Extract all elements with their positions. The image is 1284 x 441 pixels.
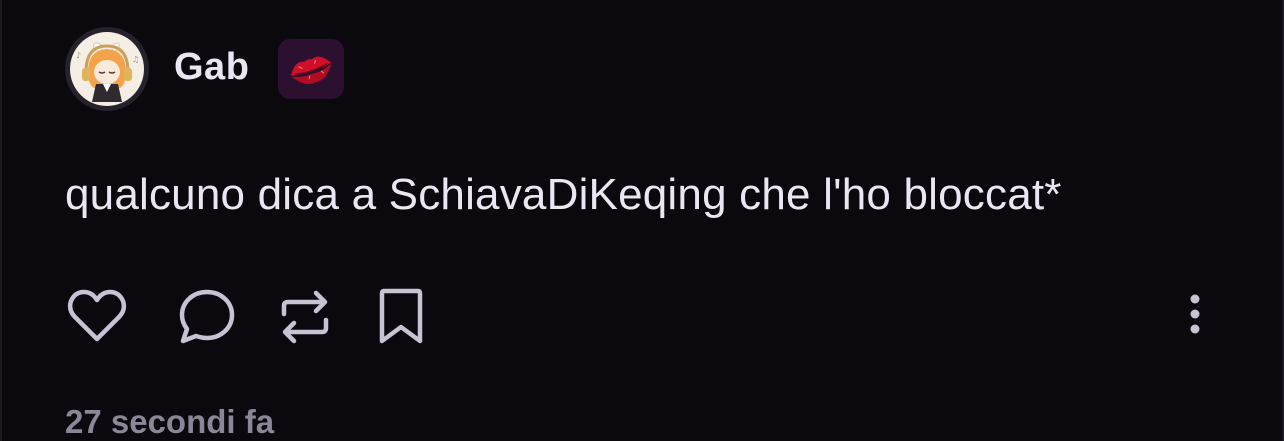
author-avatar[interactable]: ♪ ♫ [65, 27, 149, 111]
repost-button[interactable] [274, 286, 336, 348]
save-button[interactable] [370, 286, 432, 348]
kiss-lips-badge [278, 39, 344, 99]
comment-icon [179, 289, 235, 344]
kiss-lips-icon [291, 56, 332, 84]
post-text: qualcuno dica a SchiavaDiKeqing che l'ho… [65, 170, 1062, 219]
repost-icon [281, 290, 329, 344]
svg-text:♪: ♪ [76, 51, 81, 60]
author-name[interactable]: Gab [174, 46, 249, 89]
anime-girl-headphones-avatar-icon: ♪ ♫ [70, 32, 144, 106]
like-button[interactable] [66, 286, 128, 348]
comment-button[interactable] [176, 286, 238, 348]
bookmark-icon [379, 288, 423, 344]
more-vertical-icon [1190, 294, 1200, 334]
post-timestamp: 27 secondi fa [65, 403, 275, 440]
more-options-button[interactable] [1178, 292, 1212, 338]
svg-text:♫: ♫ [132, 55, 139, 64]
post-card: ♪ ♫ Gab qualcuno dica a SchiavaDiKeqing … [0, 0, 1284, 441]
heart-icon [67, 289, 127, 342]
